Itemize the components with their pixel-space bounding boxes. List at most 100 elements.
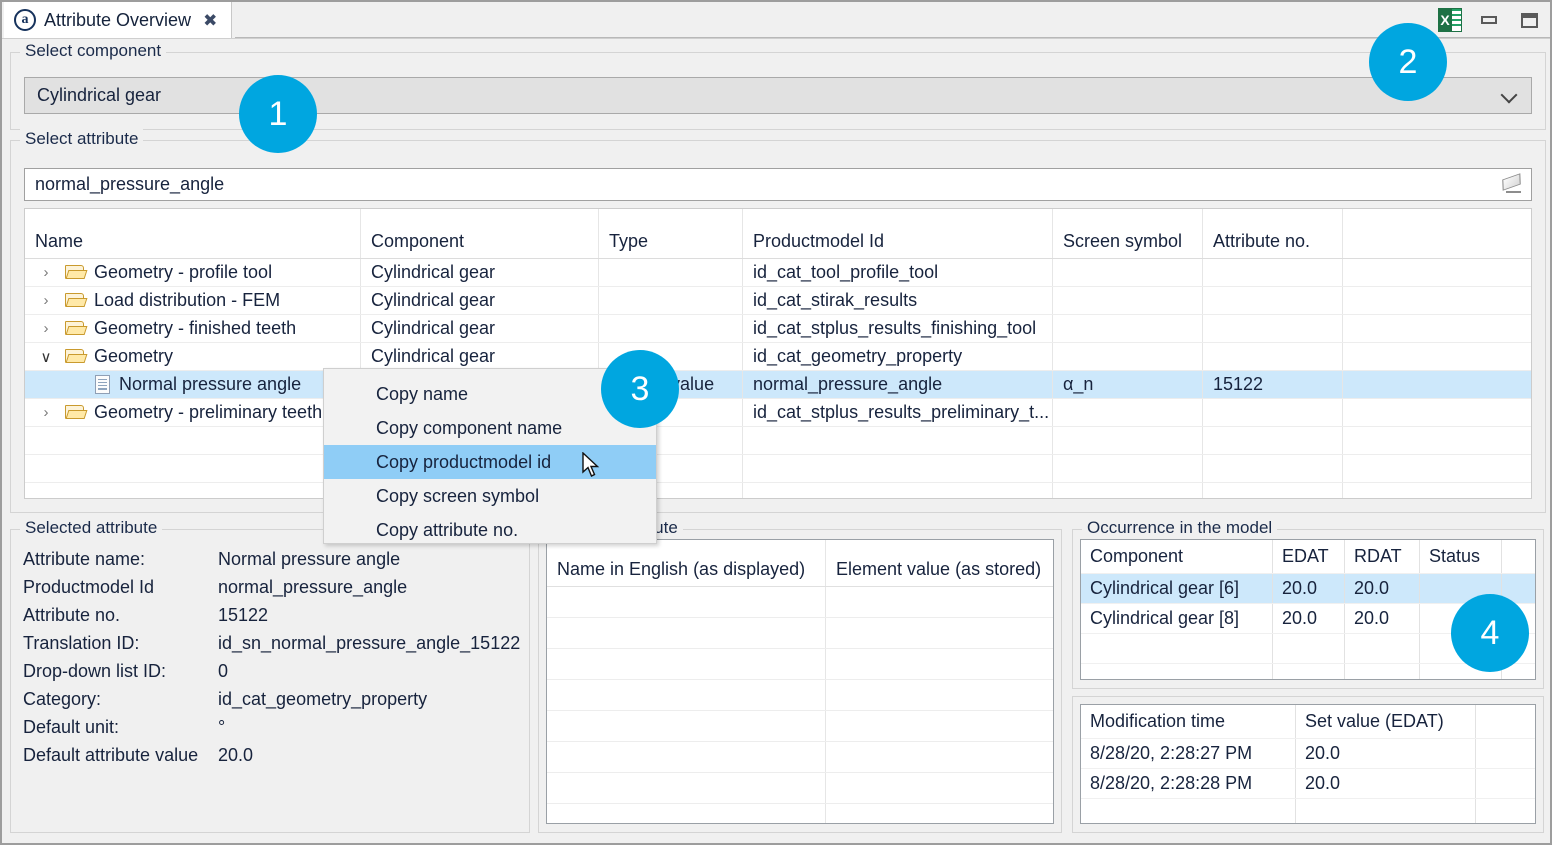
tree-col-type[interactable]: Type <box>599 209 743 258</box>
tree-cell-attribute-no <box>1203 399 1343 426</box>
tree-row-label: Normal pressure angle <box>119 374 301 395</box>
tree-row[interactable]: ›Load distribution - FEMCylindrical gear… <box>25 287 1531 315</box>
translations-cell <box>826 773 1053 803</box>
tree-col-spacer <box>1343 209 1531 258</box>
translations-body <box>547 587 1053 824</box>
select-attribute-legend: Select attribute <box>20 129 143 149</box>
occurrence-cell-rdat: 20.0 <box>1345 604 1420 633</box>
tree-cell-name: ›Geometry - preliminary teeth <box>25 399 361 426</box>
context-menu-item[interactable]: Copy productmodel id <box>324 445 656 479</box>
circled-a-icon: a <box>14 9 36 31</box>
occurrence-row-empty[interactable] <box>1081 664 1535 680</box>
tree-row-label: Geometry - profile tool <box>94 262 272 283</box>
translations-cell <box>547 680 826 710</box>
translations-row[interactable] <box>547 711 1053 742</box>
attribute-translations-table[interactable]: Name in English (as displayed) Element v… <box>546 539 1054 824</box>
tree-row[interactable]: ›Geometry - preliminary teethid_cat_stpl… <box>25 399 1531 427</box>
translations-row[interactable] <box>547 742 1053 773</box>
history-body: 8/28/20, 2:28:27 PM20.08/28/20, 2:28:28 … <box>1081 739 1535 824</box>
tree-row[interactable]: ›Geometry - profile toolCylindrical gear… <box>25 259 1531 287</box>
history-col-set-value[interactable]: Set value (EDAT) <box>1296 705 1476 738</box>
tree-cell-productmodel-id: id_cat_stirak_results <box>743 287 1053 314</box>
selected-attribute-row: Category:id_cat_geometry_property <box>23 686 427 712</box>
context-menu-item[interactable]: Copy component name <box>324 411 656 445</box>
attribute-translations-group: the attribute Name in English (as displa… <box>538 529 1062 833</box>
tree-col-component[interactable]: Component <box>361 209 599 258</box>
translations-cell <box>547 649 826 679</box>
tree-cell-empty <box>1203 483 1343 499</box>
translations-row[interactable] <box>547 680 1053 711</box>
tree-cell-empty <box>25 427 361 454</box>
tree-row-empty[interactable] <box>25 483 1531 499</box>
selected-attribute-value: id_cat_geometry_property <box>218 689 427 710</box>
occurrence-cell-empty <box>1081 634 1273 663</box>
translations-row[interactable] <box>547 649 1053 680</box>
history-col-modification-time[interactable]: Modification time <box>1081 705 1296 738</box>
attribute-filter-input[interactable]: normal_pressure_angle <box>24 168 1532 201</box>
eraser-icon[interactable] <box>1501 174 1523 194</box>
chevron-right-icon[interactable]: › <box>35 404 57 421</box>
attribute-tree-table[interactable]: Name Component Type Productmodel Id Scre… <box>24 208 1532 499</box>
translations-row[interactable] <box>547 804 1053 824</box>
tree-col-screen-symbol[interactable]: Screen symbol <box>1053 209 1203 258</box>
translations-row[interactable] <box>547 773 1053 804</box>
translations-cell <box>547 773 826 803</box>
occurrence-cell-empty <box>1081 664 1273 680</box>
folder-icon <box>65 404 87 421</box>
attribute-overview-window: a Attribute Overview ✖ X Select componen… <box>0 0 1552 845</box>
tree-cell-empty <box>1343 427 1531 454</box>
history-row-empty[interactable] <box>1081 799 1535 824</box>
context-menu-item[interactable]: Copy screen symbol <box>324 479 656 513</box>
tree-cell-empty <box>1203 427 1343 454</box>
tree-row[interactable]: ∨GeometryCylindrical gearid_cat_geometry… <box>25 343 1531 371</box>
tree-col-attribute-no[interactable]: Attribute no. <box>1203 209 1343 258</box>
occurrence-row[interactable]: Cylindrical gear [6]20.020.0 <box>1081 574 1535 604</box>
tree-cell-attribute-no <box>1203 315 1343 342</box>
tree-col-productmodel-id[interactable]: Productmodel Id <box>743 209 1053 258</box>
modification-history-table[interactable]: Modification time Set value (EDAT) 8/28/… <box>1080 704 1536 824</box>
occurrence-cell-rdat: 20.0 <box>1345 574 1420 603</box>
tree-cell-attribute-no: 15122 <box>1203 371 1343 398</box>
tree-cell-productmodel-id: id_cat_stplus_results_finishing_tool <box>743 315 1053 342</box>
selected-attribute-row: Attribute no.15122 <box>23 602 268 628</box>
tree-col-name[interactable]: Name <box>25 209 361 258</box>
excel-x-letter: X <box>1438 8 1452 32</box>
chevron-right-icon[interactable]: › <box>35 320 57 337</box>
excel-export-icon[interactable]: X <box>1438 7 1462 33</box>
tree-cell-empty <box>1053 427 1203 454</box>
translations-row[interactable] <box>547 587 1053 618</box>
occurrence-col-spacer <box>1502 540 1535 573</box>
occurrence-col-rdat[interactable]: RDAT <box>1345 540 1420 573</box>
occurrence-col-component[interactable]: Component <box>1081 540 1273 573</box>
tree-row-empty[interactable] <box>25 455 1531 483</box>
history-row[interactable]: 8/28/20, 2:28:27 PM20.0 <box>1081 739 1535 769</box>
translations-col-element-value[interactable]: Element value (as stored) <box>826 540 1053 586</box>
occurrence-col-edat[interactable]: EDAT <box>1273 540 1345 573</box>
tree-row[interactable]: ›Geometry - finished teethCylindrical ge… <box>25 315 1531 343</box>
translations-row[interactable] <box>547 618 1053 649</box>
tree-row[interactable]: Normal pressure angleCylindrical gearDou… <box>25 371 1531 399</box>
minimize-button[interactable] <box>1476 9 1502 31</box>
maximize-button[interactable] <box>1516 9 1542 31</box>
tab-attribute-overview[interactable]: a Attribute Overview ✖ <box>4 2 232 38</box>
excel-grid <box>1451 8 1462 32</box>
context-menu-item[interactable]: Copy attribute no. <box>324 513 656 547</box>
translations-cell <box>826 742 1053 772</box>
selected-attribute-row: Drop-down list ID:0 <box>23 658 228 684</box>
selected-attribute-row: Attribute name:Normal pressure angle <box>23 546 400 572</box>
tree-cell-spacer <box>1343 399 1531 426</box>
attribute-filter-value: normal_pressure_angle <box>35 174 224 195</box>
selected-attribute-label: Productmodel Id <box>23 577 218 598</box>
selected-attribute-legend: Selected attribute <box>20 518 162 538</box>
chevron-right-icon[interactable]: › <box>35 292 57 309</box>
occurrence-col-status[interactable]: Status <box>1420 540 1502 573</box>
close-icon[interactable]: ✖ <box>203 12 217 29</box>
folder-icon <box>65 348 87 365</box>
tree-cell-empty <box>743 427 1053 454</box>
tree-row-empty[interactable] <box>25 427 1531 455</box>
history-row[interactable]: 8/28/20, 2:28:28 PM20.0 <box>1081 769 1535 799</box>
document-icon <box>95 375 110 394</box>
chevron-down-icon[interactable]: ∨ <box>35 348 57 366</box>
chevron-right-icon[interactable]: › <box>35 264 57 281</box>
tree-cell-type <box>599 287 743 314</box>
